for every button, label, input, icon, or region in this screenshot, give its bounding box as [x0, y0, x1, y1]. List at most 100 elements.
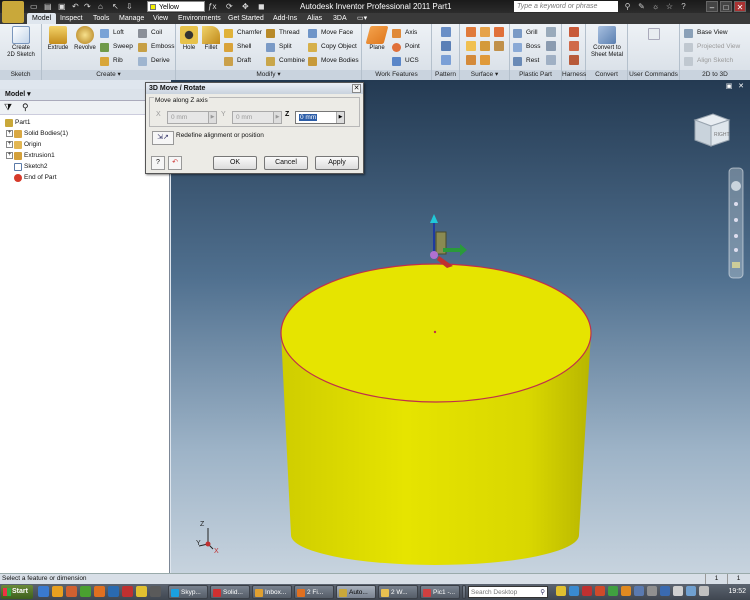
loft-button[interactable]: Loft: [100, 27, 124, 39]
fillet-button[interactable]: Fillet: [200, 26, 222, 52]
rule-fillet-icon[interactable]: [546, 41, 556, 51]
tree-item-extrusion1[interactable]: + Extrusion1: [6, 151, 55, 161]
coil-button[interactable]: Coil: [138, 27, 162, 39]
rest-button[interactable]: Rest: [513, 55, 539, 67]
clock[interactable]: 19:52: [728, 584, 746, 600]
draft-button[interactable]: Draft: [224, 55, 251, 67]
tray-icon-6[interactable]: [621, 586, 631, 596]
redo-icon[interactable]: ↷: [84, 1, 91, 12]
base-view-button[interactable]: Base View: [684, 27, 728, 39]
z-arrow-icon[interactable]: [430, 214, 438, 223]
steering-wheel-icon[interactable]: [731, 181, 741, 191]
undo-icon[interactable]: ↶: [72, 1, 79, 12]
z-field[interactable]: 0 mm ▶: [295, 111, 345, 124]
x-arrow-icon[interactable]: ▶: [208, 112, 216, 123]
chamfer-button[interactable]: Chamfer: [224, 27, 262, 39]
expand-icon[interactable]: +: [6, 152, 13, 159]
search-icon[interactable]: ⚲: [540, 587, 545, 598]
cylinder-top-face[interactable]: [280, 263, 592, 403]
tab-alias[interactable]: Alias: [302, 13, 327, 24]
tray-icon-2[interactable]: [569, 586, 579, 596]
redefine-alignment-button[interactable]: ⇲↗: [152, 131, 174, 145]
taskbar-item-explorer[interactable]: 2 W...: [378, 585, 418, 599]
filter-icon[interactable]: ⧩: [4, 102, 12, 113]
nav-options-icon[interactable]: [732, 262, 740, 268]
help-icon[interactable]: ?: [151, 156, 165, 170]
y-arrow-icon[interactable]: ▶: [273, 112, 281, 123]
thicken-icon[interactable]: [466, 27, 476, 37]
ok-button[interactable]: OK: [213, 156, 257, 170]
close-button[interactable]: ✕: [734, 1, 746, 12]
tray-icon-10[interactable]: [699, 586, 709, 596]
taskbar-item-inbox[interactable]: Inbox...: [252, 585, 292, 599]
look-at-icon[interactable]: [734, 248, 738, 252]
tree-item-solid-bodies[interactable]: + Solid Bodies(1): [6, 129, 68, 139]
create-2d-sketch-button[interactable]: Create 2D Sketch: [4, 26, 38, 59]
patch-icon[interactable]: [466, 41, 476, 51]
quicklaunch-firefox-icon[interactable]: [94, 586, 105, 597]
color-icon[interactable]: ◼: [258, 1, 265, 12]
delete-face-icon[interactable]: [480, 55, 490, 65]
combine-button[interactable]: Combine: [266, 55, 305, 67]
desktop-search-input[interactable]: Search Desktop ⚲: [468, 586, 548, 598]
tab-model[interactable]: Model: [27, 13, 57, 24]
help-search-input[interactable]: Type a keyword or phrase: [514, 1, 618, 12]
apply-button[interactable]: Apply: [315, 156, 359, 170]
sweep-button[interactable]: Sweep: [100, 41, 133, 53]
expand-icon[interactable]: +: [6, 141, 13, 148]
home-icon[interactable]: ⌂: [98, 1, 103, 12]
tab-inspect[interactable]: Inspect: [55, 13, 88, 24]
open-icon[interactable]: ▤: [44, 1, 52, 12]
tab-overflow-icon[interactable]: ▭▾: [352, 13, 372, 24]
taskbar-item-skype[interactable]: Skyp...: [168, 585, 208, 599]
binoculars-icon[interactable]: ⚲: [622, 1, 633, 12]
tab-3da[interactable]: 3DA: [328, 13, 352, 24]
tray-icon-5[interactable]: [608, 586, 618, 596]
derive-button[interactable]: Derive: [138, 55, 170, 67]
dialog-close-icon[interactable]: ✕: [352, 84, 361, 93]
tab-get-started[interactable]: Get Started: [223, 13, 269, 24]
rectangular-pattern-icon[interactable]: [441, 27, 451, 37]
extend-icon[interactable]: [494, 41, 504, 51]
tab-manage[interactable]: Manage: [114, 13, 149, 24]
select-icon[interactable]: ↖: [112, 1, 119, 12]
reset-icon[interactable]: ↶: [168, 156, 182, 170]
triad-origin-sphere[interactable]: [430, 251, 438, 259]
tree-item-end-of-part[interactable]: End of Part: [14, 173, 57, 183]
trim-icon[interactable]: [480, 41, 490, 51]
stitch-icon[interactable]: [480, 27, 490, 37]
z-arrow-icon[interactable]: ▶: [336, 112, 344, 123]
replace-face-icon[interactable]: [466, 55, 476, 65]
update-icon[interactable]: ⟳: [226, 1, 233, 12]
plane-button[interactable]: Plane: [364, 26, 390, 52]
fx-icon[interactable]: ƒx: [208, 1, 216, 12]
tray-icon-9[interactable]: [660, 586, 670, 596]
quicklaunch-app5-icon[interactable]: [150, 586, 161, 597]
pan-icon[interactable]: [734, 202, 738, 206]
mirror-icon[interactable]: [441, 55, 451, 65]
move-face-button[interactable]: Move Face: [308, 27, 353, 39]
ucs-button[interactable]: UCS: [392, 55, 419, 67]
user-command-icon[interactable]: [648, 28, 660, 40]
quicklaunch-app4-icon[interactable]: [136, 586, 147, 597]
zoom-icon[interactable]: [734, 218, 738, 222]
tray-icon-8[interactable]: [647, 586, 657, 596]
hole-button[interactable]: Hole: [178, 26, 200, 52]
circular-pattern-icon[interactable]: [441, 41, 451, 51]
maximize-button[interactable]: □: [720, 1, 732, 12]
y-field[interactable]: 0 mm ▶: [232, 111, 282, 124]
harness-pin-icon[interactable]: [569, 27, 579, 37]
favorites-icon[interactable]: ☆: [664, 1, 675, 12]
new-file-icon[interactable]: ▭: [30, 1, 38, 12]
move-rotate-triad[interactable]: [430, 214, 467, 268]
sculpt-icon[interactable]: [494, 27, 504, 37]
tab-tools[interactable]: Tools: [88, 13, 114, 24]
tray-icon-3[interactable]: [582, 586, 592, 596]
convert-sheet-metal-button[interactable]: Convert to Sheet Metal: [587, 26, 627, 59]
quicklaunch-app2-icon[interactable]: [108, 586, 119, 597]
taskbar-item-firefox[interactable]: 2 Fi...: [294, 585, 334, 599]
minimize-button[interactable]: –: [706, 1, 718, 12]
dialog-title-bar[interactable]: 3D Move / Rotate ✕: [146, 83, 363, 94]
projected-view-button[interactable]: Projected View: [684, 41, 740, 53]
axis-button[interactable]: Axis: [392, 27, 417, 39]
